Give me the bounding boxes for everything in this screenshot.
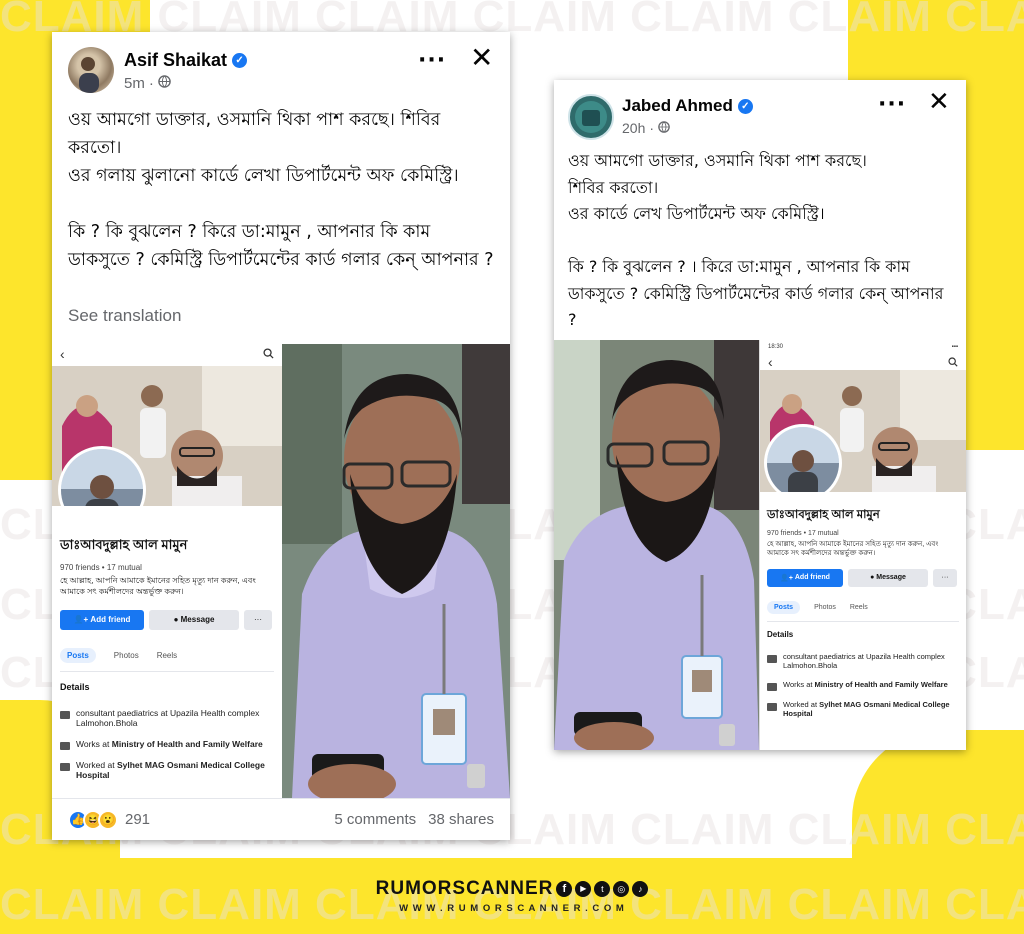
person-photo[interactable]	[554, 340, 759, 750]
more-options-icon[interactable]: ···	[418, 50, 446, 72]
status-icons: ▪▪▪	[951, 344, 958, 350]
post-time[interactable]: 5m	[124, 75, 145, 92]
youtube-icon[interactable]: ▶	[575, 881, 592, 897]
message-button[interactable]: ● Message	[149, 609, 239, 630]
back-arrow-icon: ‹	[60, 346, 65, 362]
cover-photo	[760, 370, 966, 492]
detail-row: consultant paediatrics at Upazila Health…	[60, 708, 274, 729]
tab-posts[interactable]: Posts	[767, 600, 801, 614]
close-icon[interactable]: ✕	[928, 89, 950, 115]
search-icon	[948, 354, 958, 370]
detail-row: Works at Ministry of Health and Family W…	[60, 739, 274, 750]
add-user-icon: 👤+	[73, 615, 91, 625]
back-arrow-icon: ‹	[768, 354, 773, 370]
briefcase-icon	[767, 682, 777, 691]
profile-name: ডাঃআবদুল্লাহ আল মামুন	[60, 537, 188, 552]
add-user-icon: 👤+	[780, 574, 795, 582]
tiktok-icon[interactable]: ♪	[632, 881, 649, 897]
brand-url[interactable]: W W W . R U M O R S C A N N E R . C O M	[0, 903, 1024, 914]
facebook-icon[interactable]: f	[556, 881, 573, 897]
phone-clock: 18:30	[768, 344, 784, 350]
brand-footer: RUMORSCANNER f ▶ t ◎ ♪ W W W . R U M O R…	[0, 878, 1024, 914]
message-button[interactable]: ● Message	[848, 568, 928, 587]
tab-reels[interactable]: Reels	[850, 604, 868, 611]
verified-badge-icon: ✓	[737, 98, 753, 114]
profile-name: ডাঃআবদুল্লাহ আল মামুন	[767, 509, 880, 521]
globe-icon	[658, 120, 670, 136]
profile-bio: হে আল্লাহ, আপনি আমাকে ইমানের সহিত মৃত্যু…	[767, 541, 939, 558]
post-meta: 20h ·	[622, 120, 670, 136]
author-name-text[interactable]: Asif Shaikat	[124, 50, 227, 71]
tab-posts[interactable]: Posts	[60, 647, 96, 663]
see-translation-link[interactable]: See translation	[68, 306, 181, 326]
profile-friends: 970 friends • 17 mutual	[767, 530, 839, 537]
tab-reels[interactable]: Reels	[157, 651, 177, 660]
shares-count[interactable]: 38 shares	[428, 811, 494, 828]
briefcase-icon	[60, 710, 70, 719]
brand-logo-text: RUMORSCANNER	[375, 878, 554, 899]
profile-screenshot: ‹ ডাঃআবদুল্লাহ আল মামুন 970 friends • 17…	[52, 342, 282, 797]
right-post-card: Jabed Ahmed ✓ 20h · ··· ✕ ওয় আমগো ডাক্ত…	[554, 80, 966, 750]
profile-more-button[interactable]: ···	[933, 568, 957, 587]
cover-photo	[52, 366, 282, 506]
left-post-card: Asif Shaikat ✓ 5m · ··· ✕ ওয় আমগো ডাক্ত…	[52, 32, 510, 840]
comments-count[interactable]: 5 comments	[334, 811, 416, 828]
details-heading: Details	[767, 629, 794, 639]
search-icon	[263, 346, 274, 362]
author-name[interactable]: Jabed Ahmed ✓	[622, 96, 753, 116]
wow-reaction-icon: 😮	[98, 809, 118, 830]
profile-friends: 970 friends • 17 mutual	[60, 563, 142, 572]
tab-photos[interactable]: Photos	[114, 651, 139, 660]
author-name[interactable]: Asif Shaikat ✓	[124, 50, 248, 71]
profile-bio: হে আল্লাহ, আপনি আমাকে ইমানের সহিত মৃত্যু…	[60, 576, 256, 596]
detail-row: Worked at Sylhet MAG Osmani Medical Coll…	[60, 760, 274, 781]
twitter-icon[interactable]: t	[594, 881, 611, 897]
author-avatar[interactable]	[68, 47, 114, 93]
tab-photos[interactable]: Photos	[814, 604, 836, 611]
detail-row: Works at Ministry of Health and Family W…	[767, 680, 959, 691]
briefcase-icon	[767, 654, 777, 663]
person-photo[interactable]	[282, 344, 510, 798]
messenger-icon: ●	[173, 615, 181, 625]
more-options-icon[interactable]: ···	[878, 94, 906, 116]
post-text: ওয় আমগো ডাক্তার, ওসমানি থিকা পাশ করছে। …	[568, 151, 944, 329]
profile-screenshot: 18:30 ▪▪▪ ‹ ডাঃআবদুল্লাহ আল মামুন 970 fr…	[759, 340, 966, 750]
briefcase-icon	[60, 741, 70, 750]
details-heading: Details	[60, 681, 90, 692]
detail-row: Worked at Sylhet MAG Osmani Medical Coll…	[767, 700, 959, 719]
instagram-icon[interactable]: ◎	[613, 881, 630, 897]
reactions[interactable]: 👍 😆 😮 291	[68, 809, 150, 830]
author-avatar[interactable]	[568, 94, 614, 140]
verified-badge-icon: ✓	[232, 53, 248, 68]
profile-more-button[interactable]: ···	[244, 609, 272, 630]
detail-row: consultant paediatrics at Upazila Health…	[767, 652, 959, 671]
author-name-text[interactable]: Jabed Ahmed	[622, 96, 733, 116]
post-stats-bar: 👍 😆 😮 291 5 comments 38 shares	[52, 798, 510, 840]
briefcase-icon	[767, 702, 777, 711]
reaction-count[interactable]: 291	[125, 811, 150, 828]
close-icon[interactable]: ✕	[470, 44, 493, 72]
post-meta: 5m ·	[124, 75, 171, 92]
profile-avatar	[764, 424, 842, 492]
post-time[interactable]: 20h	[622, 120, 645, 136]
globe-icon	[158, 75, 171, 92]
add-friend-button[interactable]: 👤+ Add friend	[60, 609, 144, 630]
add-friend-button[interactable]: 👤+ Add friend	[767, 568, 843, 587]
post-text: ওয় আমগো ডাক্তার, ওসমানি থিকা পাশ করছে। …	[68, 110, 494, 270]
briefcase-icon	[60, 762, 70, 771]
